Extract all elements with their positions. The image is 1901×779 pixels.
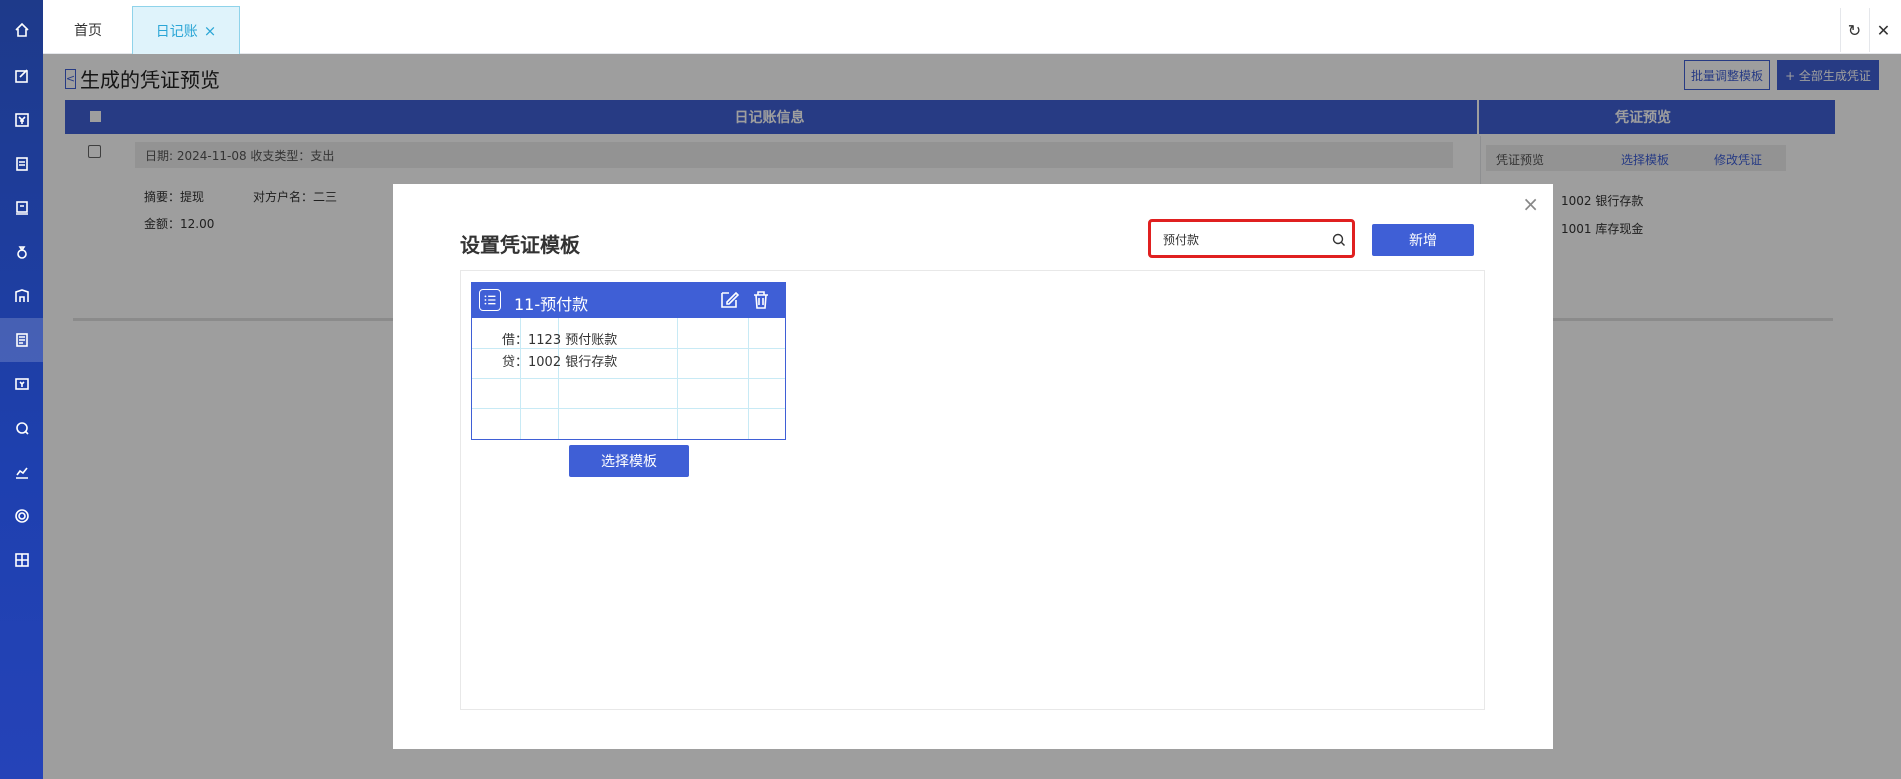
search-icon[interactable] xyxy=(1332,233,1346,247)
edit-icon[interactable] xyxy=(718,289,740,311)
tab-bar: 首页 日记账 × ↻ ✕ xyxy=(43,0,1901,54)
invoice-icon[interactable] xyxy=(0,362,43,406)
grid-app-icon[interactable] xyxy=(0,538,43,582)
report-icon[interactable] xyxy=(0,186,43,230)
tab-journal-label: 日记账 xyxy=(155,23,198,40)
voucher-icon[interactable] xyxy=(0,318,43,362)
ledger-icon[interactable] xyxy=(0,142,43,186)
refresh-icon[interactable]: ↻ xyxy=(1840,8,1868,52)
set-voucher-template-modal: × 设置凭证模板 预付款 新增 11-预付款 借：1123 预付账款 贷：100… xyxy=(393,184,1553,749)
tab-journal[interactable]: 日记账 × xyxy=(132,6,240,54)
grid-line xyxy=(748,318,749,439)
select-template-button[interactable]: 选择模板 xyxy=(569,445,689,477)
template-card[interactable]: 11-预付款 借：1123 预付账款 贷：1002 银行存款 xyxy=(471,282,786,440)
settings-icon[interactable] xyxy=(0,494,43,538)
grid-line xyxy=(472,348,785,349)
add-template-button[interactable]: 新增 xyxy=(1372,224,1474,256)
tab-home-label: 首页 xyxy=(74,23,102,39)
search-input[interactable]: 预付款 xyxy=(1148,219,1355,258)
debit-line: 借：1123 预付账款 xyxy=(502,333,618,348)
money-bag-icon[interactable] xyxy=(0,230,43,274)
grid-line xyxy=(677,318,678,439)
home-icon[interactable] xyxy=(0,8,43,52)
yen-icon[interactable] xyxy=(0,98,43,142)
search-record-icon[interactable] xyxy=(0,406,43,450)
template-card-header: 11-预付款 xyxy=(472,283,785,318)
credit-line: 贷：1002 银行存款 xyxy=(502,355,618,370)
edit-doc-icon[interactable] xyxy=(0,54,43,98)
close-icon[interactable]: × xyxy=(1522,192,1539,216)
grid-line xyxy=(472,378,785,379)
chart-icon[interactable] xyxy=(0,450,43,494)
close-tab-icon[interactable]: × xyxy=(204,22,217,40)
close-window-icon[interactable]: ✕ xyxy=(1869,8,1897,52)
tab-home[interactable]: 首页 xyxy=(43,6,133,54)
list-icon xyxy=(479,289,501,311)
delete-icon[interactable] xyxy=(750,289,772,311)
grid-line xyxy=(472,408,785,409)
sidebar xyxy=(0,0,43,779)
building-icon[interactable] xyxy=(0,274,43,318)
modal-title: 设置凭证模板 xyxy=(460,233,580,257)
template-card-title: 11-预付款 xyxy=(514,295,589,314)
search-input-value: 预付款 xyxy=(1163,233,1200,247)
